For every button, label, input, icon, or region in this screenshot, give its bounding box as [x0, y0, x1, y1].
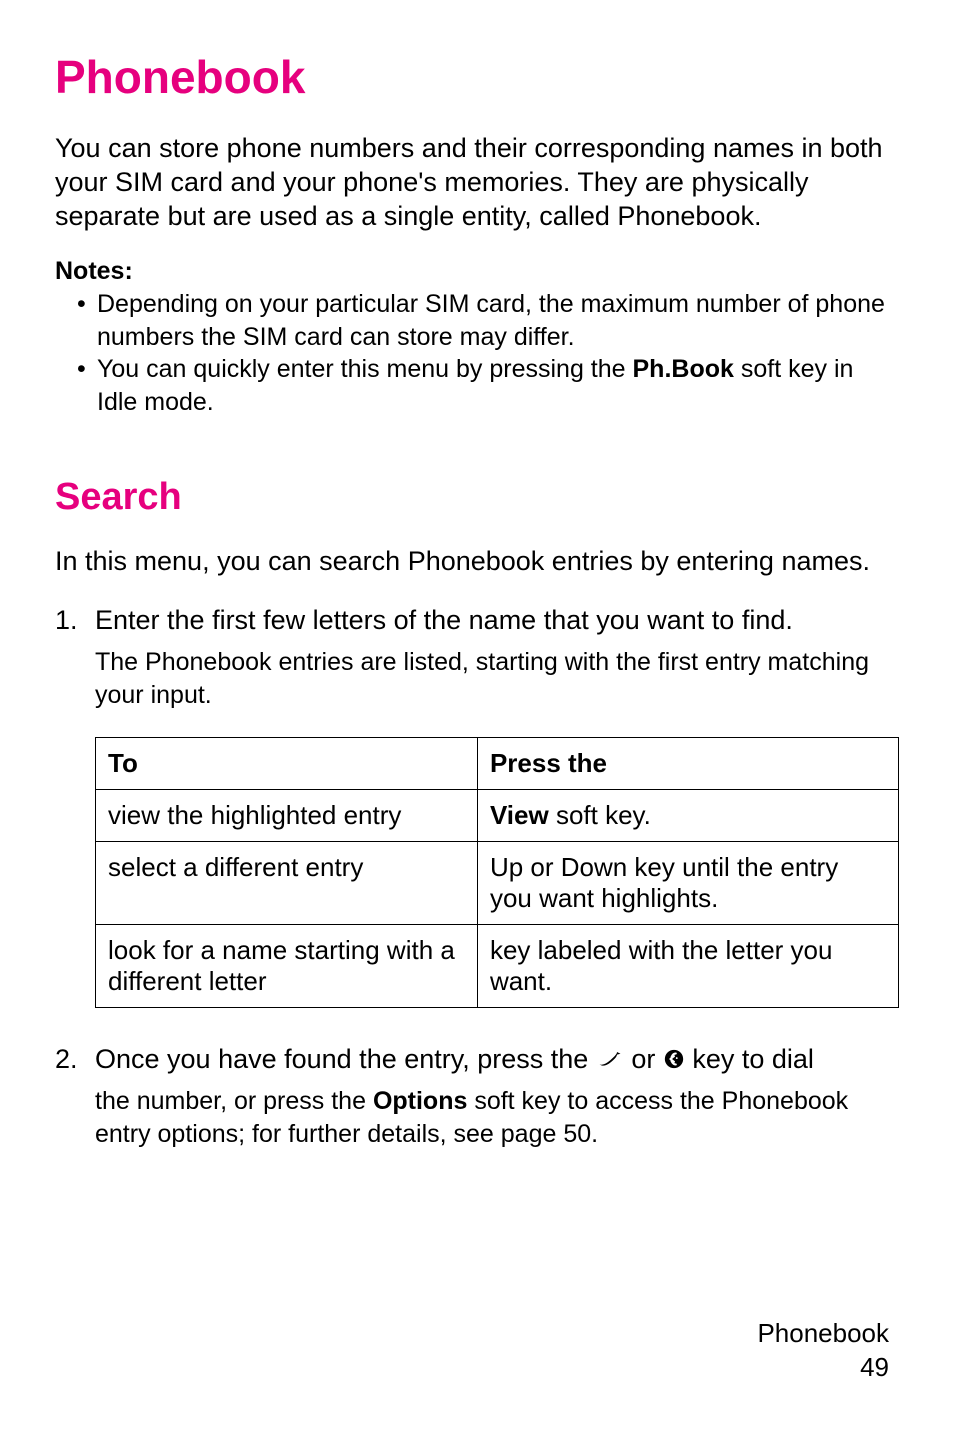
intro-paragraph: You can store phone numbers and their co…	[55, 132, 899, 233]
table-row: view the highlighted entry View soft key…	[96, 790, 899, 842]
table-cell-to: look for a name starting with a differen…	[96, 925, 478, 1008]
page-title: Phonebook	[55, 50, 899, 104]
notes-label: Notes:	[55, 257, 899, 286]
step-subtext: The Phonebook entries are listed, starti…	[95, 646, 899, 711]
step-sub-bold: Options	[373, 1087, 467, 1115]
step-text-post: key to dial	[692, 1044, 814, 1074]
search-heading: Search	[55, 476, 899, 519]
search-steps-2: 2. Once you have found the entry, press …	[55, 1042, 899, 1150]
table-cell-press: key labeled with the letter you want.	[477, 925, 898, 1008]
notes-list: Depending on your particular SIM card, t…	[55, 288, 899, 418]
notes-item-text-bold: Ph.Book	[633, 355, 734, 383]
step-subtext: the number, or press the Options soft ke…	[95, 1085, 899, 1150]
table-cell-press: Up or Down key until the entry you want …	[477, 842, 898, 925]
table-header-press: Press the	[477, 738, 898, 790]
step-text-pre: Once you have found the entry, press the	[95, 1044, 596, 1074]
table-cell-to: view the highlighted entry	[96, 790, 478, 842]
action-table: To Press the view the highlighted entry …	[95, 737, 899, 1008]
search-steps: 1. Enter the first few letters of the na…	[55, 603, 899, 711]
step-text: Enter the first few letters of the name …	[95, 605, 793, 635]
footer-section: Phonebook	[757, 1317, 889, 1351]
table-header-to: To	[96, 738, 478, 790]
page-footer: Phonebook 49	[757, 1317, 889, 1385]
step-1: 1. Enter the first few letters of the na…	[55, 603, 899, 711]
table-row: look for a name starting with a differen…	[96, 925, 899, 1008]
search-intro: In this menu, you can search Phonebook e…	[55, 545, 899, 579]
notes-item: Depending on your particular SIM card, t…	[77, 288, 899, 353]
table-row: select a different entry Up or Down key …	[96, 842, 899, 925]
notes-item-text: Depending on your particular SIM card, t…	[97, 290, 885, 351]
notes-item: You can quickly enter this menu by press…	[77, 353, 899, 418]
table-cell-post: soft key.	[549, 800, 651, 830]
step-number: 1.	[55, 603, 78, 638]
table-cell-bold: View	[490, 800, 549, 830]
step-text-between: or	[631, 1044, 663, 1074]
table-cell-to: select a different entry	[96, 842, 478, 925]
step-sub-pre: the number, or press the	[95, 1087, 373, 1115]
ok-icon	[663, 1044, 693, 1074]
call-icon	[596, 1044, 632, 1074]
table-cell-press: View soft key.	[477, 790, 898, 842]
footer-page-number: 49	[757, 1351, 889, 1385]
step-2: 2. Once you have found the entry, press …	[55, 1042, 899, 1150]
step-number: 2.	[55, 1042, 78, 1077]
table-header-row: To Press the	[96, 738, 899, 790]
notes-item-text-pre: You can quickly enter this menu by press…	[97, 355, 633, 383]
